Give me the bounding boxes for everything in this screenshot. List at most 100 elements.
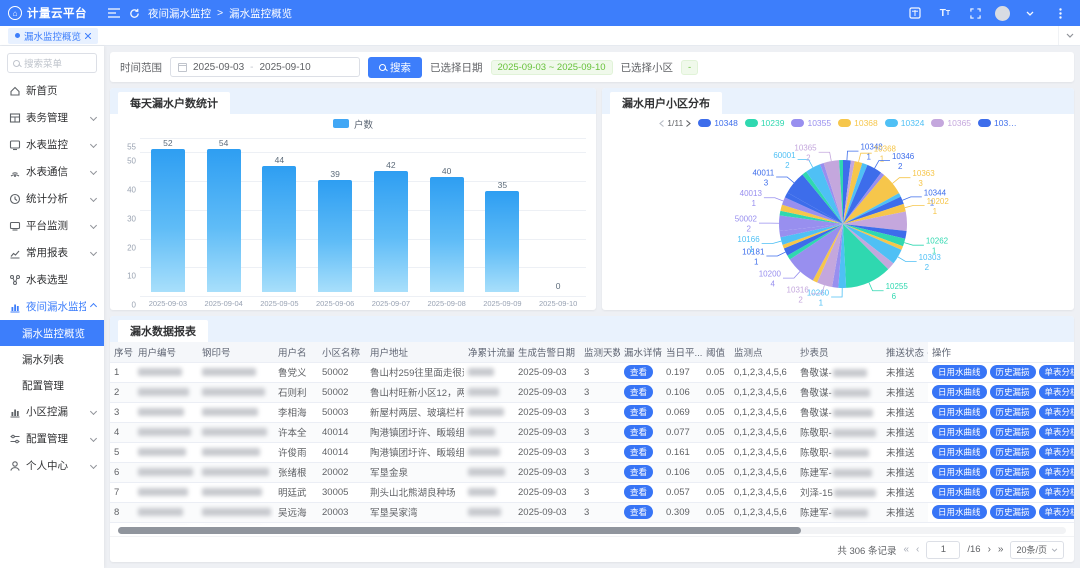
view-details-button[interactable]: 查看 — [624, 365, 653, 379]
daily-water-curve-button[interactable]: 日用水曲线 — [932, 505, 987, 519]
fullscreen-icon[interactable] — [965, 3, 985, 23]
last-page-button[interactable]: » — [998, 544, 1004, 555]
sidebar-item-小区控漏[interactable]: 小区控漏 — [0, 398, 104, 425]
cell-user-name: 吴本录 — [274, 522, 318, 525]
language-icon[interactable] — [905, 3, 925, 23]
view-details-button[interactable]: 查看 — [624, 425, 653, 439]
chevron-down-icon[interactable] — [1020, 3, 1040, 23]
sidebar-item-夜间漏水监控[interactable]: 夜间漏水监控 — [0, 293, 104, 320]
meter-analysis-button[interactable]: 单表分析 — [1039, 445, 1074, 459]
history-leak-button[interactable]: 历史漏损 — [990, 465, 1036, 479]
legend-prev-icon[interactable] — [659, 120, 664, 127]
breadcrumb-page[interactable]: 漏水监控概览 — [229, 6, 292, 21]
daily-water-curve-button[interactable]: 日用水曲线 — [932, 405, 987, 419]
meter-analysis-button[interactable]: 单表分析 — [1039, 425, 1074, 439]
font-size-icon[interactable]: TT — [935, 3, 955, 23]
cell-community-name: 40014 — [318, 422, 366, 442]
tab-leak-overview[interactable]: 漏水监控概览 — [8, 28, 98, 44]
page-size-select[interactable]: 20条/页 — [1010, 541, 1064, 559]
daily-water-curve-button[interactable]: 日用水曲线 — [932, 485, 987, 499]
view-details-button[interactable]: 查看 — [624, 465, 653, 479]
tabs-dropdown-icon[interactable] — [1058, 26, 1080, 45]
bar-chart-legend[interactable]: 户数 — [110, 114, 596, 130]
menu-search-input[interactable]: 搜索菜单 — [7, 53, 97, 73]
bar-2025-09-05[interactable]: 44 — [252, 138, 308, 292]
history-leak-button[interactable]: 历史漏损 — [990, 425, 1036, 439]
refresh-icon[interactable] — [124, 3, 144, 23]
breadcrumb-section[interactable]: 夜间漏水监控 — [148, 6, 211, 21]
legend-item-10239[interactable]: 10239 — [745, 118, 785, 128]
daily-water-curve-button[interactable]: 日用水曲线 — [932, 425, 987, 439]
legend-item-103…[interactable]: 103… — [978, 118, 1017, 128]
cell-row-number: 1 — [110, 362, 134, 382]
view-details-button[interactable]: 查看 — [624, 385, 653, 399]
history-leak-button[interactable]: 历史漏损 — [990, 505, 1036, 519]
legend-item-10355[interactable]: 10355 — [791, 118, 831, 128]
history-leak-button[interactable]: 历史漏损 — [990, 405, 1036, 419]
daily-water-curve-button[interactable]: 日用水曲线 — [932, 365, 987, 379]
column-header-用户地址: 用户地址 — [366, 342, 464, 362]
meter-analysis-button[interactable]: 单表分析 — [1039, 365, 1074, 379]
redacted-phone — [833, 369, 867, 377]
sidebar-item-平台监测[interactable]: 平台监测 — [0, 212, 104, 239]
legend-next-icon[interactable] — [686, 120, 691, 127]
chart-icon — [9, 406, 21, 418]
view-details-button[interactable]: 查看 — [624, 485, 653, 499]
meter-analysis-button[interactable]: 单表分析 — [1039, 405, 1074, 419]
legend-item-10368[interactable]: 10368 — [838, 118, 878, 128]
bar-2025-09-07[interactable]: 42 — [363, 138, 419, 292]
horizontal-scrollbar-thumb[interactable] — [118, 527, 801, 534]
sidebar-item-水表选型[interactable]: 水表选型 — [0, 266, 104, 293]
sidebar-subitem-配置管理[interactable]: 配置管理 — [0, 372, 104, 398]
view-details-button[interactable]: 查看 — [624, 405, 653, 419]
meter-analysis-button[interactable]: 单表分析 — [1039, 465, 1074, 479]
more-options-icon[interactable] — [1050, 3, 1070, 23]
column-header-推送状态[interactable]: 推送状态▼ — [882, 342, 928, 362]
meter-analysis-button[interactable]: 单表分析 — [1039, 485, 1074, 499]
sidebar-subitem-漏水列表[interactable]: 漏水列表 — [0, 346, 104, 372]
history-leak-button[interactable]: 历史漏损 — [990, 445, 1036, 459]
first-page-button[interactable]: « — [903, 544, 909, 555]
view-details-button[interactable]: 查看 — [624, 505, 653, 519]
nodes-icon — [9, 274, 21, 286]
cell-daily-average: 0.057 — [662, 482, 702, 502]
legend-chip — [931, 119, 944, 127]
collapse-menu-icon[interactable] — [104, 3, 124, 23]
legend-item-10365[interactable]: 10365 — [931, 118, 971, 128]
view-details-button[interactable]: 查看 — [624, 445, 653, 459]
history-leak-button[interactable]: 历史漏损 — [990, 365, 1036, 379]
sidebar-item-水表监控[interactable]: 水表监控 — [0, 131, 104, 158]
sidebar-item-水表通信[interactable]: 水表通信 — [0, 158, 104, 185]
daily-water-curve-button[interactable]: 日用水曲线 — [932, 385, 987, 399]
legend-item-10348[interactable]: 10348 — [698, 118, 738, 128]
meter-analysis-button[interactable]: 单表分析 — [1039, 385, 1074, 399]
bar-2025-09-10[interactable]: 0 — [530, 138, 586, 292]
daily-water-curve-button[interactable]: 日用水曲线 — [932, 445, 987, 459]
page-number-input[interactable]: 1 — [926, 541, 960, 559]
user-avatar[interactable] — [995, 6, 1010, 21]
sidebar-item-配置管理[interactable]: 配置管理 — [0, 425, 104, 452]
bar-2025-09-03[interactable]: 52 — [140, 138, 196, 292]
bar-2025-09-09[interactable]: 35 — [475, 138, 531, 292]
sidebar-item-统计分析[interactable]: 统计分析 — [0, 185, 104, 212]
sidebar-item-常用报表[interactable]: 常用报表 — [0, 239, 104, 266]
bar-2025-09-08[interactable]: 40 — [419, 138, 475, 292]
bar-2025-09-06[interactable]: 39 — [307, 138, 363, 292]
daily-water-curve-button[interactable]: 日用水曲线 — [932, 465, 987, 479]
date-range-input[interactable]: 2025-09-03 - 2025-09-10 — [170, 57, 360, 77]
sidebar-subitem-漏水监控概览[interactable]: 漏水监控概览 — [0, 320, 104, 346]
bar-2025-09-04[interactable]: 54 — [196, 138, 252, 292]
legend-item-10324[interactable]: 10324 — [885, 118, 925, 128]
prev-page-button[interactable]: ‹ — [916, 544, 919, 555]
cell-push-status: 未推送 — [882, 422, 928, 442]
next-page-button[interactable]: › — [988, 544, 991, 555]
sidebar-item-表务管理[interactable]: 表务管理 — [0, 104, 104, 131]
tab-close-icon[interactable] — [85, 33, 91, 39]
history-leak-button[interactable]: 历史漏损 — [990, 485, 1036, 499]
sidebar-item-个人中心[interactable]: 个人中心 — [0, 452, 104, 479]
sidebar-item-新首页[interactable]: 新首页 — [0, 77, 104, 104]
history-leak-button[interactable]: 历史漏损 — [990, 385, 1036, 399]
search-button[interactable]: 搜索 — [368, 57, 422, 78]
meter-analysis-button[interactable]: 单表分析 — [1039, 505, 1074, 519]
filter-icon[interactable]: ▼ — [926, 352, 928, 358]
